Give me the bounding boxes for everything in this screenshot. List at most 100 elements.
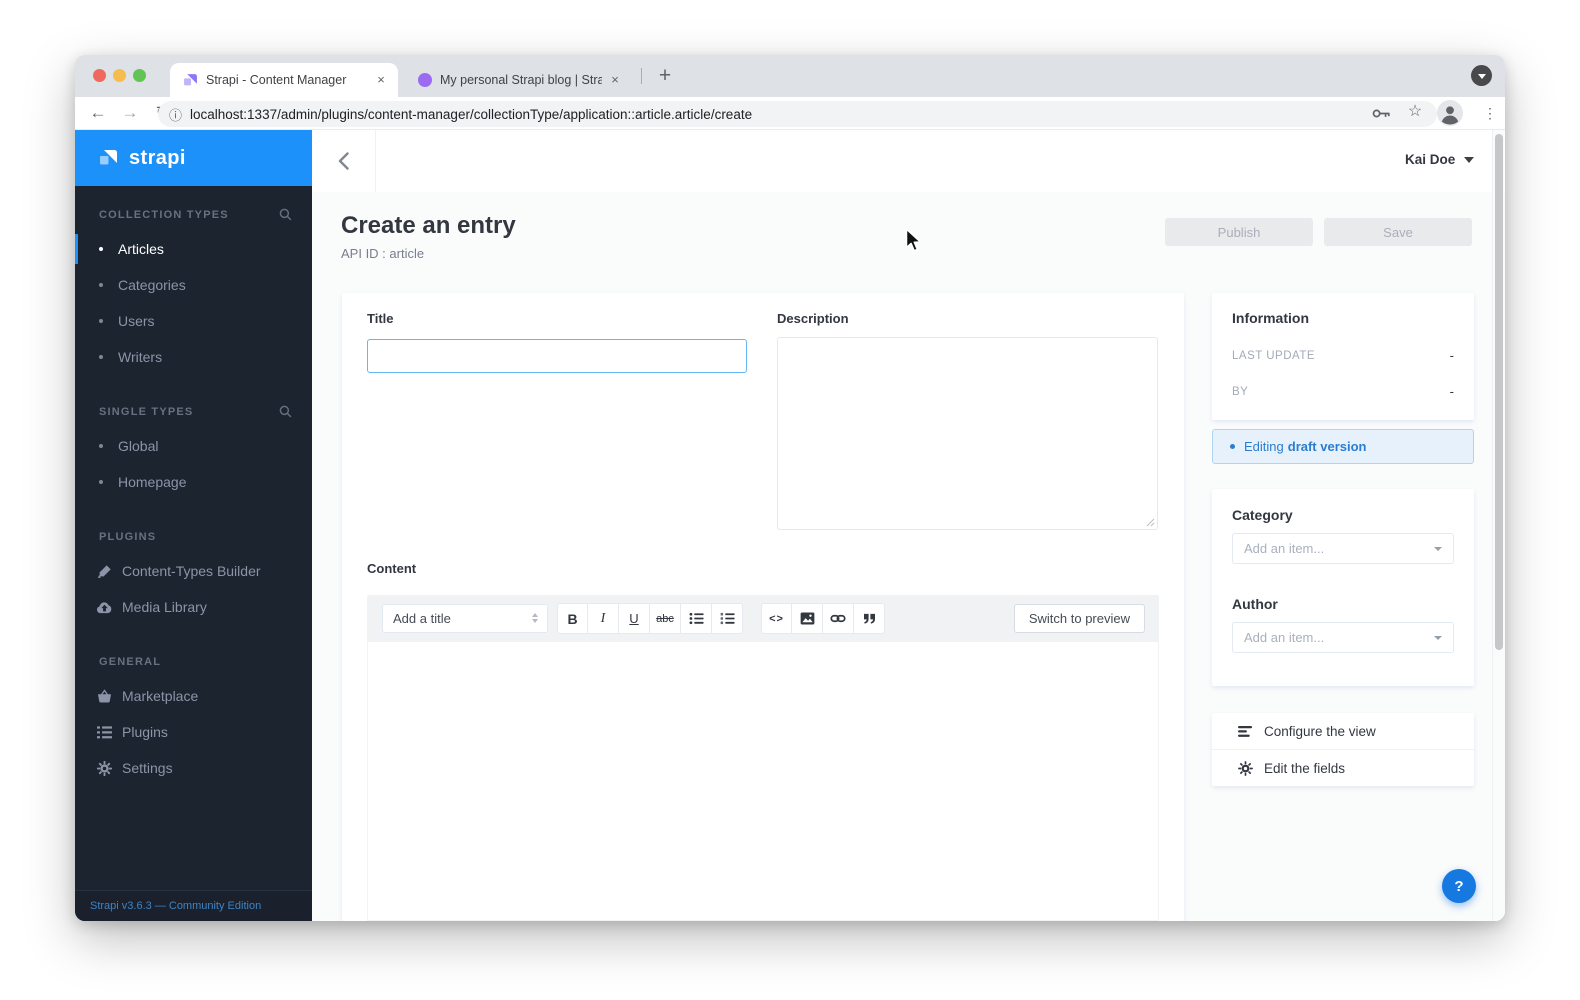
last-update-value: - (1449, 348, 1454, 363)
site-info-icon[interactable]: ⓘ (169, 105, 182, 124)
sidebar-item-categories[interactable]: Categories (75, 267, 312, 303)
sidebar-item-users[interactable]: Users (75, 303, 312, 339)
editing-draft-banner: Editing draft version (1212, 429, 1474, 464)
tab-strapi-content-manager[interactable]: Strapi - Content Manager × (170, 63, 398, 97)
chevron-down-icon (1464, 156, 1475, 163)
wysiwyg-editor-area[interactable] (367, 642, 1159, 921)
tab-title: Strapi - Content Manager (206, 73, 347, 87)
sidebar-item-marketplace[interactable]: Marketplace (75, 678, 312, 714)
password-key-icon[interactable] (1372, 108, 1391, 119)
link-button[interactable] (823, 603, 854, 634)
bullet-icon (99, 283, 103, 287)
bullet-list-button[interactable] (681, 603, 712, 634)
view-settings-card: Configure the view Edit the fields (1212, 713, 1474, 786)
stepper-arrows-icon (532, 612, 538, 623)
browser-window: Strapi - Content Manager × My personal S… (75, 55, 1505, 921)
back-icon[interactable]: ← (85, 100, 111, 126)
last-update-label: LAST UPDATE (1232, 349, 1316, 362)
bullet-icon (99, 247, 103, 251)
strikethrough-button[interactable]: abc (650, 603, 681, 634)
description-textarea[interactable] (777, 337, 1158, 530)
save-button[interactable]: Save (1324, 218, 1472, 246)
sidebar-item-articles[interactable]: Articles (75, 231, 312, 267)
search-icon[interactable] (279, 405, 292, 418)
desktop: Strapi - Content Manager × My personal S… (0, 0, 1580, 1000)
description-field-label: Description (777, 311, 849, 326)
link-icon (830, 614, 846, 623)
strapi-logo[interactable]: strapi (75, 130, 312, 186)
sidebar-item-homepage[interactable]: Homepage (75, 464, 312, 500)
url-input[interactable]: ⓘ localhost:1337/admin/plugins/content-m… (158, 101, 1437, 127)
quote-button[interactable] (854, 603, 885, 634)
search-icon[interactable] (279, 208, 292, 221)
scrollbar-thumb[interactable] (1495, 134, 1503, 650)
sidebar-item-writers[interactable]: Writers (75, 339, 312, 375)
page-subtitle: API ID : article (341, 246, 425, 261)
entry-form-card: Title Description Content Add a title B … (342, 293, 1184, 921)
strapi-sidebar: strapi COLLECTION TYPES Articles Categor… (75, 130, 312, 921)
italic-button[interactable]: I (588, 603, 619, 634)
browser-menu-icon[interactable]: ⋮ (1477, 100, 1503, 126)
traffic-close-button[interactable] (93, 69, 106, 82)
code-button[interactable]: <> (761, 603, 792, 634)
draft-banner-prefix: Editing (1244, 439, 1284, 454)
new-tab-button[interactable]: + (650, 61, 680, 91)
switch-to-preview-button[interactable]: Switch to preview (1013, 604, 1145, 633)
section-single-types: SINGLE TYPES (75, 405, 312, 419)
sidebar-item-media-library[interactable]: Media Library (75, 589, 312, 625)
image-button[interactable] (792, 603, 823, 634)
tab-search-button[interactable] (1471, 65, 1492, 86)
tab-personal-blog[interactable]: My personal Strapi blog | Strap × (405, 63, 633, 97)
brush-icon (96, 564, 113, 579)
sidebar-item-content-types-builder[interactable]: Content-Types Builder (75, 553, 312, 589)
traffic-zoom-button[interactable] (133, 69, 146, 82)
blog-favicon (418, 73, 432, 87)
close-tab-icon[interactable]: × (372, 71, 390, 89)
strapi-logo-icon (100, 149, 117, 164)
content-field-label: Content (367, 561, 417, 576)
forward-icon[interactable]: → (117, 100, 143, 126)
bullet-icon (99, 444, 103, 448)
tab-title: My personal Strapi blog | Strap (440, 73, 602, 87)
bold-button[interactable]: B (557, 603, 588, 634)
chevron-left-icon (338, 152, 349, 170)
configure-the-view-link[interactable]: Configure the view (1212, 713, 1474, 750)
title-input[interactable] (367, 339, 747, 373)
publish-button[interactable]: Publish (1165, 218, 1313, 246)
section-plugins: PLUGINS (99, 531, 157, 543)
bullet-list-icon (689, 612, 704, 625)
app-header: Kai Doe (312, 130, 1505, 192)
author-select[interactable]: Add an item... (1232, 622, 1454, 653)
sidebar-item-global[interactable]: Global (75, 428, 312, 464)
sidebar-item-plugins[interactable]: Plugins (75, 714, 312, 750)
go-back-button[interactable] (312, 130, 376, 192)
sidebar-item-settings[interactable]: Settings (75, 750, 312, 786)
user-menu[interactable]: Kai Doe (1405, 152, 1475, 167)
category-select[interactable]: Add an item... (1232, 533, 1454, 564)
edit-the-fields-link[interactable]: Edit the fields (1212, 750, 1474, 786)
bullet-icon (99, 480, 103, 484)
chevron-down-icon (1477, 74, 1486, 79)
chevron-down-icon (1434, 546, 1442, 551)
traffic-minimize-button[interactable] (113, 69, 126, 82)
information-title: Information (1232, 310, 1309, 326)
page-title: Create an entry (341, 212, 516, 239)
underline-button[interactable]: U (619, 603, 650, 634)
wysiwyg-toolbar: Add a title B I U abc <> Switch to previ… (367, 595, 1159, 642)
author-label: Author (1232, 596, 1278, 612)
heading-select[interactable]: Add a title (382, 604, 548, 633)
user-name: Kai Doe (1405, 152, 1456, 167)
section-general: GENERAL (99, 656, 162, 668)
resize-handle[interactable] (1146, 518, 1155, 527)
chevron-down-icon (1434, 635, 1442, 640)
browser-tabstrip: Strapi - Content Manager × My personal S… (75, 55, 1505, 97)
category-label: Category (1232, 507, 1293, 523)
bookmark-star-icon[interactable]: ☆ (1402, 99, 1428, 125)
profile-avatar[interactable] (1437, 100, 1463, 126)
help-button[interactable]: ? (1442, 869, 1476, 903)
numbered-list-button[interactable] (712, 603, 743, 634)
close-tab-icon[interactable]: × (606, 71, 624, 89)
list-icon (96, 725, 113, 739)
gear-icon (1238, 760, 1253, 776)
tab-separator (641, 68, 642, 84)
